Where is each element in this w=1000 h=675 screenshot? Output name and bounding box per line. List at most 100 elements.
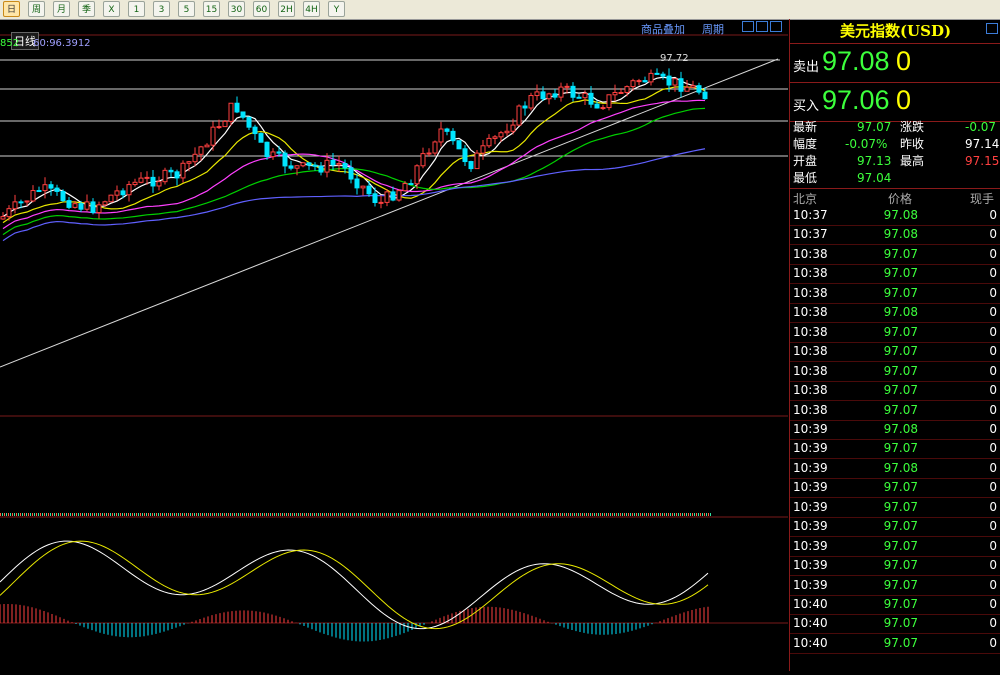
strip-bar [180,513,181,516]
toolbar-period-button[interactable]: 5 [178,1,195,17]
strip-bar [362,513,363,516]
strip-bar [318,513,319,516]
tick-volume: 0 [989,499,997,514]
toolbar-period-button[interactable]: X [103,1,120,17]
split-icon[interactable] [756,21,768,32]
strip-bar [640,513,641,516]
toolbar-period-button[interactable]: 日 [3,1,20,17]
strip-bar [574,513,575,516]
candle-body [360,185,366,189]
toolbar-period-button[interactable]: 1 [128,1,145,17]
strip-bar [210,513,211,516]
strip-bar [614,513,615,516]
strip-bar [658,513,659,516]
tick-price: 97.07 [883,577,918,592]
expand-icon[interactable] [770,21,782,32]
candle-body [666,75,672,86]
tick-price: 97.07 [883,383,918,398]
strip-bar [434,513,435,516]
sidebar-window-icon[interactable] [986,23,998,34]
strip-bar [350,513,351,516]
tick-price: 97.08 [883,460,918,475]
candle-body [240,111,246,118]
strip-bar [428,513,429,516]
strip-bar [562,513,563,516]
candle-body [84,201,90,210]
sell-price: 97.08 [822,46,890,76]
strip-bar [90,513,91,516]
strip-bar [296,513,297,516]
toolbar-period-button[interactable]: 月 [53,1,70,17]
candle-body [492,136,498,139]
tick-volume: 0 [989,538,997,553]
strip-bar [188,513,189,516]
strip-bar [412,513,413,516]
strip-bar [254,513,255,516]
sell-label: 卖出 [793,60,820,75]
strip-bar [54,513,55,516]
toolbar-period-button[interactable]: 30 [228,1,245,17]
toolbar-period-button[interactable]: 周 [28,1,45,17]
strip-bar [558,513,559,516]
toolbar-period-button[interactable]: 60 [253,1,270,17]
tick-time: 10:38 [793,344,828,359]
latest-value: 97.07 [857,120,892,134]
latest-label: 最新 [793,120,818,134]
strip-bar [10,513,11,516]
strip-bar [700,513,701,516]
strip-bar [572,513,573,516]
buy-row[interactable]: 买入 97.06 0 [790,83,1000,122]
tick-price: 97.08 [883,208,918,222]
window-icon[interactable] [742,21,754,32]
tick-time: 10:39 [793,538,828,553]
toolbar-period-button[interactable]: 3 [153,1,170,17]
toolbar-period-button[interactable]: 2H [278,1,295,17]
strip-bar [444,513,445,516]
candle-body [600,107,606,110]
sell-row[interactable]: 卖出 97.08 0 [790,44,1000,83]
strip-bar [490,513,491,516]
candle-body [180,162,186,179]
tick-volume: 0 [989,363,997,378]
kline-chart-area[interactable]: 日线 852 60:96.3912 商品叠加 周期 97.72 [0,19,788,671]
toolbar-period-button[interactable]: 季 [78,1,95,17]
change-value: -0.07 [965,120,997,134]
strip-bar [494,513,495,516]
strip-bar [258,513,259,516]
strip-bar [408,513,409,516]
candle-body [546,93,552,100]
toolbar-period-button[interactable]: 15 [203,1,220,17]
strip-bar [272,513,273,516]
strip-bar [138,513,139,516]
tick-row: 10:39 97.07 0 [790,439,1000,460]
strip-bar [174,513,175,516]
strip-bar [404,513,405,516]
candle-body [528,95,534,109]
strip-bar [170,513,171,516]
strip-bar [546,513,547,516]
strip-bar [420,513,421,516]
kline-chart[interactable] [0,19,788,671]
toolbar-period-button[interactable]: 4H [303,1,320,17]
candle-body [456,140,462,150]
strip-bar [390,513,391,516]
strip-bar [8,513,9,516]
toolbar-period-button[interactable]: Y [328,1,345,17]
strip-bar [460,513,461,516]
candle-body [558,86,564,98]
strip-bar [570,513,571,516]
period-link[interactable]: 周期 [702,21,724,37]
candle-body [636,80,642,83]
strip-bar [246,513,247,516]
strip-bar [50,513,51,516]
tick-row: 10:38 97.07 0 [790,284,1000,304]
strip-bar [108,513,109,516]
strip-bar [626,513,627,516]
strip-bar [516,513,517,516]
strip-bar [162,513,163,516]
strip-bar [650,513,651,516]
tick-time: 10:39 [793,577,828,592]
strip-bar [116,513,117,516]
strip-bar [486,513,487,516]
overlay-link[interactable]: 商品叠加 [641,21,685,37]
